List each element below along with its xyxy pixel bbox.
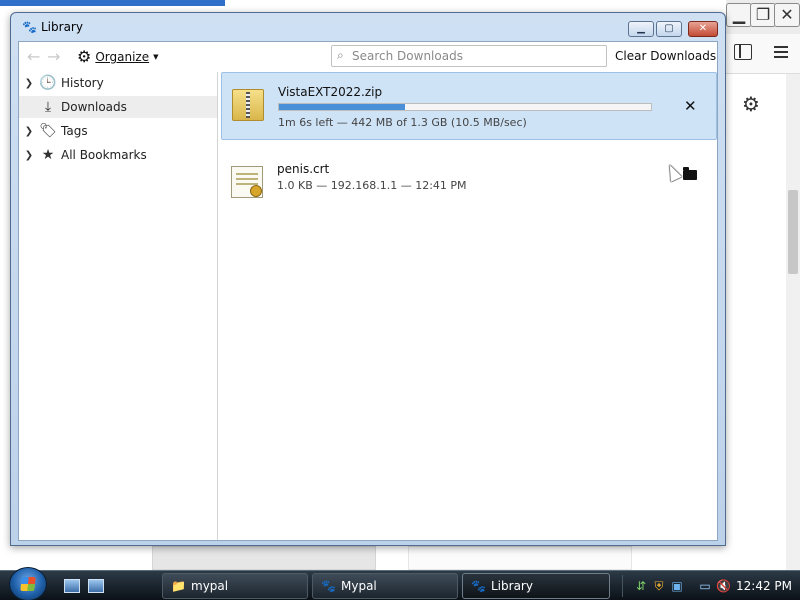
sidebar-item-label: All Bookmarks	[61, 148, 147, 162]
update-tray-icon[interactable]: ▣	[670, 578, 684, 594]
zip-file-icon	[232, 89, 264, 121]
download-icon: ⤓	[44, 99, 52, 115]
download-filename: VistaEXT2022.zip	[278, 85, 383, 99]
organize-menu-button[interactable]: ⚙ Organize ▼	[77, 48, 159, 66]
background-panel	[408, 546, 632, 570]
open-folder-icon[interactable]	[683, 167, 697, 180]
tray-divider	[622, 575, 623, 597]
clear-downloads-button[interactable]: Clear Downloads	[615, 49, 716, 63]
show-desktop-icon[interactable]	[64, 579, 80, 593]
settings-gear-icon[interactable]: ⚙	[742, 92, 760, 116]
library-client-area: ← → ⚙ Organize ▼ ⌕ Clear Downloads ❯ 🕒 H…	[18, 41, 718, 541]
sidebar-item-tags[interactable]: ❯ 🏷 Tags	[19, 120, 217, 142]
downloads-list: VistaEXT2022.zip 1m 6s left — 442 MB of …	[219, 72, 717, 540]
download-progress-bar	[278, 103, 652, 111]
background-scrollbar[interactable]	[786, 74, 800, 570]
sidebar-toggle-icon[interactable]	[734, 44, 752, 60]
expand-twisty-icon[interactable]: ❯	[23, 78, 35, 89]
gear-icon: ⚙	[77, 47, 92, 66]
download-status: 1m 6s left — 442 MB of 1.3 GB (10.5 MB/s…	[278, 116, 527, 129]
background-panel	[152, 546, 376, 570]
sidebar-item-all-bookmarks[interactable]: ❯ ★ All Bookmarks	[19, 144, 217, 166]
taskbar-button-label: Library	[491, 579, 533, 593]
title-bar[interactable]: 🐾 Library ▁ ▢ ✕	[11, 13, 725, 41]
search-box[interactable]: ⌕	[331, 45, 607, 67]
download-item[interactable]: penis.crt 1.0 KB — 192.168.1.1 — 12:41 P…	[221, 150, 717, 218]
mypal-app-icon: 🐾	[22, 20, 37, 34]
taskbar-button-mypal-folder[interactable]: 📁 mypal	[162, 573, 308, 599]
clock-icon: 🕒	[39, 75, 57, 91]
maximize-button[interactable]: ▢	[656, 21, 682, 37]
sidebar-item-label: History	[61, 76, 104, 90]
start-button[interactable]	[9, 567, 47, 600]
star-icon: ★	[41, 147, 55, 163]
taskbar-button-label: Mypal	[341, 579, 377, 593]
tag-icon: 🏷	[39, 123, 57, 139]
sidebar-item-label: Downloads	[61, 100, 127, 114]
sidebar-item-downloads[interactable]: ⤓ Downloads	[19, 96, 217, 118]
mouse-cursor-icon	[664, 162, 682, 182]
taskbar-button-label: mypal	[191, 579, 229, 593]
taskbar: 📁 mypal 🐾 Mypal 🐾 Library ⇵ ⛨ ▣ ▭ 🔇 12:4…	[0, 567, 800, 600]
download-item[interactable]: VistaEXT2022.zip 1m 6s left — 442 MB of …	[221, 72, 717, 140]
switch-windows-icon[interactable]	[88, 579, 104, 593]
volume-muted-icon[interactable]: 🔇	[716, 578, 731, 594]
forward-arrow-icon[interactable]: →	[47, 47, 60, 66]
sidebar-item-history[interactable]: ❯ 🕒 History	[19, 72, 217, 94]
background-restore-button[interactable]: ❐	[750, 3, 776, 27]
search-icon: ⌕	[337, 48, 344, 62]
background-tab-strip	[0, 0, 225, 6]
expand-twisty-icon[interactable]: ❯	[23, 150, 35, 161]
taskbar-button-mypal[interactable]: 🐾 Mypal	[312, 573, 458, 599]
taskbar-button-library[interactable]: 🐾 Library	[462, 573, 610, 599]
sidebar-item-label: Tags	[61, 124, 88, 138]
search-input[interactable]	[352, 48, 602, 64]
close-button[interactable]: ✕	[688, 21, 718, 37]
library-window: 🐾 Library ▁ ▢ ✕ ← → ⚙ Organize ▼ ⌕ Clear…	[10, 12, 726, 546]
expand-twisty-icon[interactable]: ❯	[23, 126, 35, 137]
download-filename: penis.crt	[277, 162, 330, 176]
background-minimize-button[interactable]: ▁	[726, 3, 752, 27]
display-tray-icon[interactable]: ▭	[698, 578, 712, 594]
mypal-icon: 🐾	[471, 579, 486, 593]
back-arrow-icon[interactable]: ←	[27, 47, 40, 66]
organize-label: Organize	[95, 50, 150, 64]
download-progress-fill	[279, 104, 406, 110]
network-tray-icon[interactable]: ⇵	[634, 578, 648, 594]
download-status: 1.0 KB — 192.168.1.1 — 12:41 PM	[277, 179, 467, 192]
background-scrollbar-thumb[interactable]	[788, 190, 798, 274]
background-window-controls: ▁ ❐ ✕	[726, 0, 800, 34]
minimize-button[interactable]: ▁	[628, 21, 654, 37]
library-sidebar: ❯ 🕒 History ⤓ Downloads ❯ 🏷 Tags ❯ ★ All…	[19, 72, 218, 540]
folder-icon: 📁	[171, 579, 186, 593]
mypal-icon: 🐾	[321, 579, 336, 593]
window-title: Library	[41, 20, 83, 34]
hamburger-menu-icon[interactable]	[774, 46, 788, 61]
certificate-file-icon	[231, 166, 263, 198]
background-close-button[interactable]: ✕	[774, 3, 800, 27]
security-shield-icon[interactable]: ⛨	[652, 578, 666, 594]
clock[interactable]: 12:42 PM	[736, 579, 792, 593]
dropdown-caret-icon: ▼	[153, 53, 159, 61]
library-toolbar: ← → ⚙ Organize ▼ ⌕ Clear Downloads	[19, 42, 717, 72]
cancel-download-icon[interactable]: ✕	[684, 97, 697, 115]
